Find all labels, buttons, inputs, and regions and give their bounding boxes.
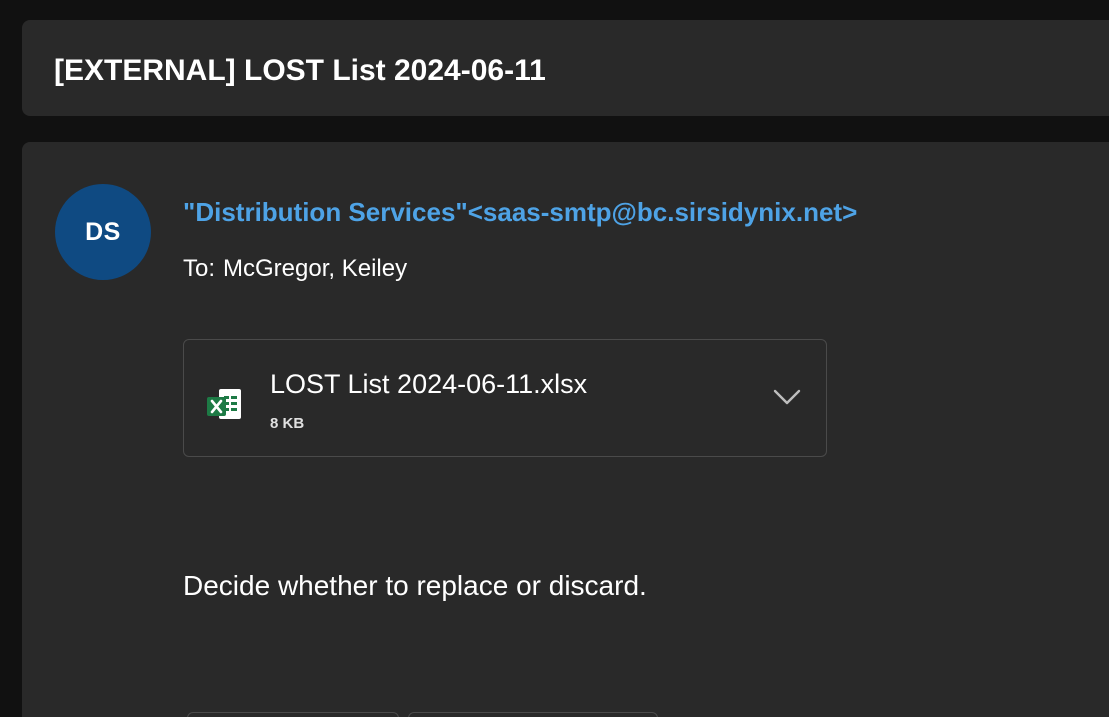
attachment-card[interactable]: LOST List 2024-06-11.xlsx 8 KB: [183, 339, 827, 457]
attachment-file-name: LOST List 2024-06-11.xlsx: [270, 369, 588, 399]
recipient-line: To: McGregor, Keiley: [183, 255, 407, 283]
email-body: Decide whether to replace or discard.: [183, 570, 647, 601]
sender-address[interactable]: "Distribution Services"<saas-smtp@bc.sir…: [183, 197, 857, 227]
excel-file-icon: [207, 389, 241, 419]
to-label: To:: [183, 255, 216, 282]
message-action-button[interactable]: [408, 712, 658, 717]
sender-avatar[interactable]: DS: [55, 184, 151, 280]
email-reading-view: [EXTERNAL] LOST List 2024-06-11 DS "Dist…: [0, 0, 1109, 717]
chevron-down-icon[interactable]: [772, 384, 802, 408]
recipient-name[interactable]: McGregor, Keiley: [223, 255, 407, 282]
message-action-button[interactable]: [187, 712, 399, 717]
attachment-file-size: 8 KB: [270, 415, 305, 432]
subject-header: [EXTERNAL] LOST List 2024-06-11: [22, 20, 1109, 116]
message-pane: DS "Distribution Services"<saas-smtp@bc.…: [22, 142, 1109, 717]
email-subject: [EXTERNAL] LOST List 2024-06-11: [54, 54, 546, 87]
